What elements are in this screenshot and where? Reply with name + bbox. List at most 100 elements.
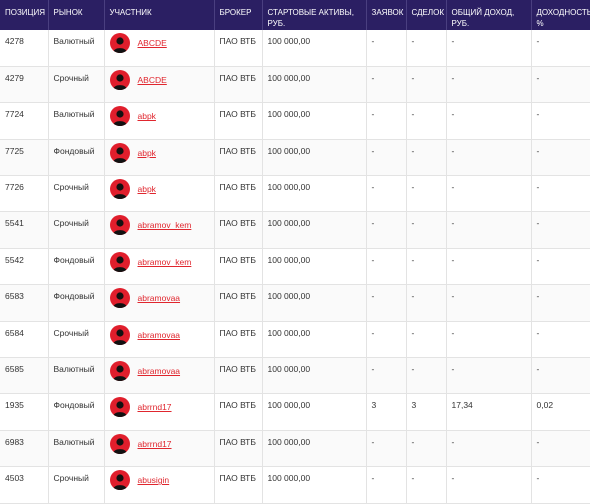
participant-link[interactable]: abpk bbox=[138, 111, 156, 122]
cell-deals: - bbox=[406, 321, 447, 359]
cell-deals: - bbox=[406, 466, 447, 504]
avatar[interactable] bbox=[109, 69, 130, 90]
table-row: 7724 Валютный abpk ПАО ВТБ 100 000,00- - - - bbox=[0, 102, 590, 140]
cell-broker: ПАО ВТБ bbox=[214, 321, 263, 359]
participant-link[interactable]: abramov_kem bbox=[138, 220, 192, 231]
cell-orders: - bbox=[366, 357, 407, 395]
cell-position: 1935 bbox=[0, 393, 49, 431]
avatar[interactable] bbox=[109, 106, 130, 127]
table-row: 6583 Фондовый abramovaa ПАО ВТБ 100 000,00- -… bbox=[0, 284, 590, 322]
participant-link[interactable]: abrrnd17 bbox=[138, 439, 172, 450]
cell-participant: abpk bbox=[104, 102, 215, 140]
cell-total-income: - bbox=[446, 66, 532, 104]
avatar[interactable] bbox=[109, 179, 130, 200]
cell-orders: - bbox=[366, 211, 407, 249]
cell-position: 5542 bbox=[0, 248, 49, 286]
cell-deals: - bbox=[406, 284, 447, 322]
avatar[interactable] bbox=[109, 397, 130, 418]
participant-link[interactable]: abramovaa bbox=[138, 293, 181, 304]
avatar[interactable] bbox=[109, 142, 130, 163]
cell-participant: abramovaa bbox=[104, 357, 215, 395]
header-start-assets[interactable]: СТАРТОВЫЕ АКТИВЫ, РУБ. bbox=[262, 0, 367, 30]
table-row: 4278 Валютный ABCDE ПАО ВТБ 100 000,00- - - - bbox=[0, 30, 590, 67]
participant-link[interactable]: ABCDE bbox=[138, 75, 167, 86]
cell-start-assets: 100 000,00 bbox=[262, 284, 367, 322]
cell-start-assets: 100 000,00 bbox=[262, 102, 367, 140]
header-total-income[interactable]: ОБЩИЙ ДОХОД, РУБ. bbox=[446, 0, 532, 30]
ratings-table: ПОЗИЦИЯ РЫНОК УЧАСТНИК БРОКЕР СТАРТОВЫЕ … bbox=[0, 0, 590, 504]
avatar[interactable] bbox=[109, 433, 130, 454]
header-participant[interactable]: УЧАСТНИК bbox=[104, 0, 215, 30]
avatar[interactable] bbox=[109, 288, 130, 309]
header-orders[interactable]: ЗАЯВОК bbox=[366, 0, 407, 30]
cell-position: 4278 bbox=[0, 30, 49, 67]
cell-position: 6585 bbox=[0, 357, 49, 395]
cell-orders: - bbox=[366, 139, 407, 177]
cell-yield: - bbox=[531, 357, 590, 395]
cell-start-assets: 100 000,00 bbox=[262, 357, 367, 395]
cell-market: Валютный bbox=[48, 357, 105, 395]
cell-yield: - bbox=[531, 139, 590, 177]
cell-yield: - bbox=[531, 102, 590, 140]
participant-link[interactable]: abramov_kem bbox=[138, 257, 192, 268]
avatar[interactable] bbox=[109, 33, 130, 53]
header-market[interactable]: РЫНОК bbox=[48, 0, 105, 30]
participant-link[interactable]: abusigin bbox=[138, 475, 170, 486]
table-row: 4279 Срочный ABCDE ПАО ВТБ 100 000,00- - - - bbox=[0, 66, 590, 104]
participant-link[interactable]: abpk bbox=[138, 148, 156, 159]
cell-orders: - bbox=[366, 430, 407, 468]
cell-start-assets: 100 000,00 bbox=[262, 66, 367, 104]
table-row: 6983 Валютный abrrnd17 ПАО ВТБ 100 000,00- - -… bbox=[0, 430, 590, 468]
participant-link[interactable]: abpk bbox=[138, 184, 156, 195]
cell-participant: abramovaa bbox=[104, 321, 215, 359]
avatar[interactable] bbox=[109, 215, 130, 236]
cell-start-assets: 100 000,00 bbox=[262, 430, 367, 468]
cell-market: Срочный bbox=[48, 211, 105, 249]
avatar[interactable] bbox=[109, 251, 130, 272]
cell-total-income: - bbox=[446, 321, 532, 359]
header-yield[interactable]: ДОХОДНОСТЬ, % bbox=[531, 0, 590, 30]
cell-deals: - bbox=[406, 139, 447, 177]
avatar[interactable] bbox=[109, 470, 130, 491]
cell-position: 7725 bbox=[0, 139, 49, 177]
participant-link[interactable]: abrrnd17 bbox=[138, 402, 172, 413]
table-row: 5542 Фондовый abramov_kem ПАО ВТБ 100 000,00… bbox=[0, 248, 590, 286]
cell-orders: - bbox=[366, 284, 407, 322]
participant-link[interactable]: abramovaa bbox=[138, 330, 181, 341]
cell-position: 4279 bbox=[0, 66, 49, 104]
cell-total-income: - bbox=[446, 102, 532, 140]
table-row: 6584 Срочный abramovaa ПАО ВТБ 100 000,00- - -… bbox=[0, 321, 590, 359]
cell-yield: - bbox=[531, 248, 590, 286]
cell-start-assets: 100 000,00 bbox=[262, 393, 367, 431]
participant-link[interactable]: abramovaa bbox=[138, 366, 181, 377]
participant-link[interactable]: ABCDE bbox=[138, 38, 167, 49]
header-broker[interactable]: БРОКЕР bbox=[214, 0, 263, 30]
cell-yield: - bbox=[531, 430, 590, 468]
table-header: ПОЗИЦИЯ РЫНОК УЧАСТНИК БРОКЕР СТАРТОВЫЕ … bbox=[0, 0, 590, 30]
cell-position: 4503 bbox=[0, 466, 49, 504]
cell-orders: - bbox=[366, 66, 407, 104]
avatar[interactable] bbox=[109, 361, 130, 382]
cell-participant: ABCDE bbox=[104, 30, 215, 67]
cell-yield: - bbox=[531, 466, 590, 504]
cell-market: Фондовый bbox=[48, 139, 105, 177]
cell-total-income: - bbox=[446, 30, 532, 67]
cell-orders: - bbox=[366, 30, 407, 67]
header-deals[interactable]: СДЕЛОК bbox=[406, 0, 447, 30]
cell-position: 6584 bbox=[0, 321, 49, 359]
table-row: 6585 Валютный abramovaa ПАО ВТБ 100 000,00- -… bbox=[0, 357, 590, 395]
cell-orders: 3 bbox=[366, 393, 407, 431]
cell-deals: - bbox=[406, 211, 447, 249]
cell-position: 5541 bbox=[0, 211, 49, 249]
cell-participant: abusigin bbox=[104, 466, 215, 504]
avatar[interactable] bbox=[109, 324, 130, 345]
cell-start-assets: 100 000,00 bbox=[262, 211, 367, 249]
cell-yield: - bbox=[531, 175, 590, 213]
table-row: 7726 Срочный abpk ПАО ВТБ 100 000,00- - - - bbox=[0, 175, 590, 213]
header-position[interactable]: ПОЗИЦИЯ bbox=[0, 0, 49, 30]
cell-deals: - bbox=[406, 248, 447, 286]
cell-deals: 3 bbox=[406, 393, 447, 431]
cell-participant: abramov_kem bbox=[104, 211, 215, 249]
cell-participant: abpk bbox=[104, 175, 215, 213]
cell-participant: ABCDE bbox=[104, 66, 215, 104]
